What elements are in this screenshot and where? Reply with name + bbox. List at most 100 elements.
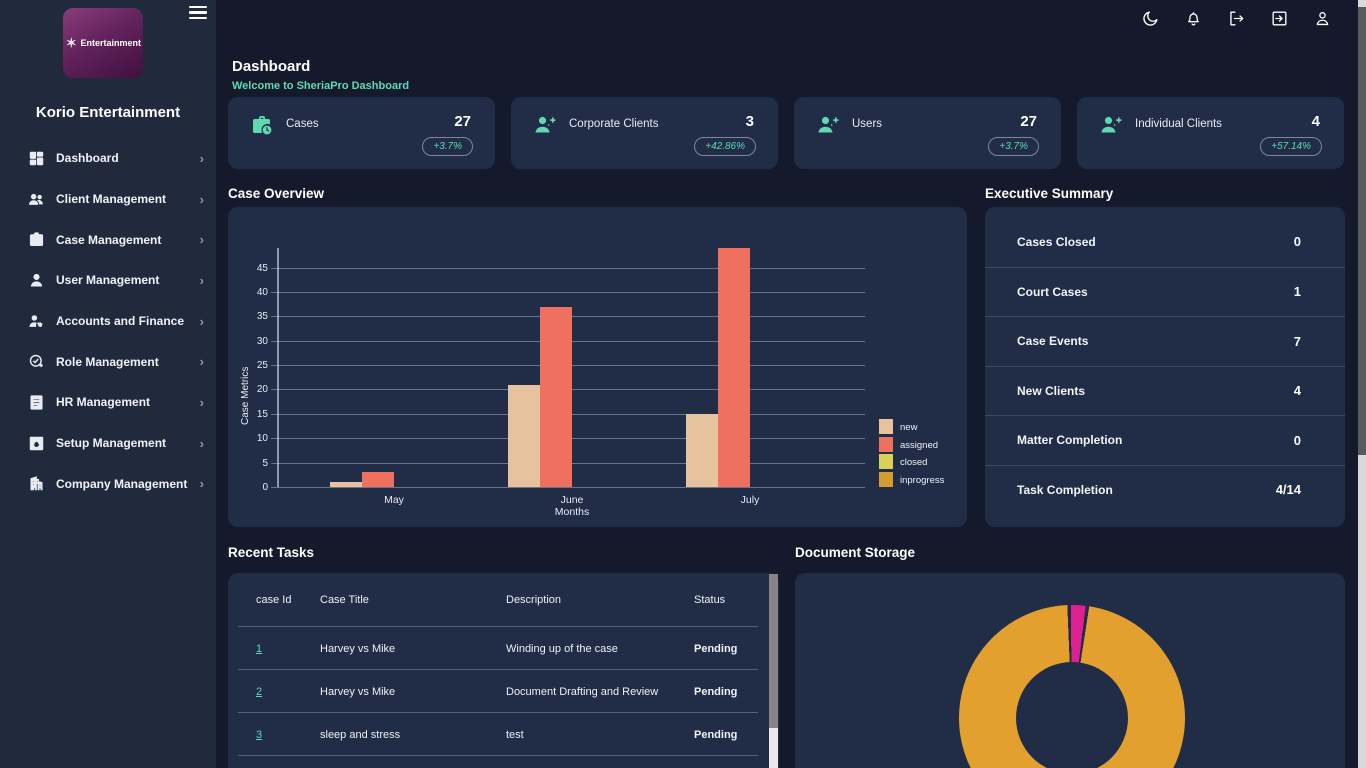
window-scrollbar-thumb[interactable] bbox=[1358, 7, 1366, 455]
exec-row-value: 7 bbox=[1294, 334, 1301, 349]
y-tick-label: 0 bbox=[238, 482, 268, 493]
case-overview-title: Case Overview bbox=[228, 186, 324, 201]
status-cell: Pending bbox=[694, 643, 737, 655]
bar-assigned bbox=[718, 248, 750, 487]
stat-card-change-badge: +42.86% bbox=[694, 137, 756, 156]
executive-summary-panel: Cases Closed 0 Court Cases 1 Case Events… bbox=[985, 207, 1345, 527]
case-title-cell: Harvey vs Mike bbox=[320, 643, 395, 655]
table-scrollbar-thumb[interactable] bbox=[769, 574, 778, 728]
sidebar-item-dashboard[interactable]: Dashboard › bbox=[0, 138, 216, 179]
x-axis-title: Months bbox=[555, 506, 589, 518]
sidebar-item-role-management[interactable]: Role Management › bbox=[0, 341, 216, 382]
y-tick-label: 30 bbox=[238, 336, 268, 347]
gridline bbox=[271, 292, 865, 293]
sidebar-item-accounts-finance[interactable]: Accounts and Finance › bbox=[0, 301, 216, 342]
sidebar-item-hr-management[interactable]: HR Management › bbox=[0, 382, 216, 423]
table-scrollbar bbox=[769, 574, 778, 768]
app-root: ✶ Entertainment Korio Entertainment Dash… bbox=[0, 0, 1366, 768]
x-tick-label: May bbox=[384, 494, 404, 506]
chevron-right-icon: › bbox=[200, 151, 204, 166]
x-tick-label: June bbox=[561, 494, 584, 506]
document-storage-donut-chart bbox=[959, 605, 1185, 768]
bar-new bbox=[686, 414, 718, 487]
exec-row-label: Case Events bbox=[1017, 334, 1088, 348]
sidebar-item-label: Setup Management bbox=[56, 436, 166, 450]
y-tick-label: 5 bbox=[238, 458, 268, 469]
y-axis-line bbox=[277, 248, 279, 487]
legend-swatch-assigned bbox=[879, 437, 893, 452]
recent-tasks-title: Recent Tasks bbox=[228, 545, 314, 560]
recent-tasks-panel: case Id Case Title Description Status 1 … bbox=[228, 573, 779, 768]
description-cell: Document Drafting and Review bbox=[506, 686, 658, 698]
table-row: 1 Harvey vs Mike Winding up of the case … bbox=[228, 627, 768, 670]
exec-row-label: New Clients bbox=[1017, 384, 1085, 398]
gridline bbox=[271, 268, 865, 269]
sidebar-item-label: Company Management bbox=[56, 477, 187, 491]
user-plus-icon bbox=[533, 113, 557, 137]
document-icon bbox=[28, 394, 45, 411]
table-row: 3 sleep and stress test Pending bbox=[228, 713, 768, 756]
sidebar-item-case-management[interactable]: Case Management › bbox=[0, 219, 216, 260]
description-cell: test bbox=[506, 729, 524, 741]
sidebar-item-user-management[interactable]: User Management › bbox=[0, 260, 216, 301]
login-icon[interactable] bbox=[1270, 9, 1289, 28]
org-name: Korio Entertainment bbox=[0, 104, 216, 121]
case-id-link[interactable]: 1 bbox=[256, 643, 262, 655]
stat-card-value: 3 bbox=[746, 113, 754, 130]
chevron-right-icon: › bbox=[200, 232, 204, 247]
sidebar-item-label: Case Management bbox=[56, 233, 161, 247]
window-scrollbar bbox=[1358, 0, 1366, 768]
exec-row-label: Cases Closed bbox=[1017, 235, 1096, 249]
case-id-link[interactable]: 3 bbox=[256, 729, 262, 741]
stat-card-label: Cases bbox=[286, 118, 319, 130]
legend-swatch-closed bbox=[879, 454, 893, 469]
topbar bbox=[216, 0, 1358, 36]
stat-card-value: 27 bbox=[1020, 113, 1037, 130]
legend-swatch-inprogress bbox=[879, 472, 893, 487]
briefcase-clock-icon bbox=[250, 113, 274, 137]
dashboard-grid-icon bbox=[28, 150, 45, 167]
sidebar-item-label: Role Management bbox=[56, 355, 159, 369]
sidebar-item-company-management[interactable]: Company Management › bbox=[0, 464, 216, 505]
y-tick-label: 15 bbox=[238, 409, 268, 420]
dark-mode-moon-icon[interactable] bbox=[1141, 9, 1160, 28]
description-cell: Winding up of the case bbox=[506, 643, 618, 655]
company-logo[interactable]: ✶ Entertainment bbox=[63, 8, 143, 78]
y-tick-label: 35 bbox=[238, 311, 268, 322]
y-tick-label: 25 bbox=[238, 360, 268, 371]
exec-row-value: 4/14 bbox=[1276, 482, 1301, 497]
stat-card-label: Individual Clients bbox=[1135, 118, 1222, 130]
exec-row-task-completion: Task Completion 4/14 bbox=[985, 465, 1345, 515]
stat-card-users: Users 27 +3.7% bbox=[794, 97, 1061, 169]
executive-summary-title: Executive Summary bbox=[985, 186, 1113, 201]
gear-square-icon bbox=[28, 435, 45, 452]
menu-hamburger-icon[interactable] bbox=[189, 6, 207, 20]
legend-label-inprogress: inprogress bbox=[900, 475, 944, 486]
document-storage-panel bbox=[795, 573, 1345, 768]
stat-card-change-badge: +3.7% bbox=[422, 137, 473, 156]
star-icon: ✶ bbox=[65, 36, 78, 51]
stat-card-value: 4 bbox=[1312, 113, 1320, 130]
stat-card-individual-clients: Individual Clients 4 +57.14% bbox=[1077, 97, 1344, 169]
profile-person-icon[interactable] bbox=[1313, 9, 1332, 28]
y-tick-label: 10 bbox=[238, 433, 268, 444]
sidebar-item-setup-management[interactable]: Setup Management › bbox=[0, 423, 216, 464]
legend-label-new: new bbox=[900, 422, 917, 433]
page-subtitle: Welcome to SheriaPro Dashboard bbox=[232, 80, 409, 92]
sidebar-item-label: Accounts and Finance bbox=[56, 314, 184, 328]
sidebar-item-client-management[interactable]: Client Management › bbox=[0, 179, 216, 220]
chevron-right-icon: › bbox=[200, 476, 204, 491]
col-header-status: Status bbox=[694, 594, 725, 606]
chevron-right-icon: › bbox=[200, 314, 204, 329]
gridline bbox=[271, 487, 865, 488]
y-tick-label: 20 bbox=[238, 384, 268, 395]
logout-icon[interactable] bbox=[1227, 9, 1246, 28]
notifications-bell-icon[interactable] bbox=[1184, 9, 1203, 28]
table-row: 2 Harvey vs Mike Document Drafting and R… bbox=[228, 670, 768, 713]
y-tick-label: 45 bbox=[238, 263, 268, 274]
stat-card-cases: Cases 27 +3.7% bbox=[228, 97, 495, 169]
chevron-right-icon: › bbox=[200, 354, 204, 369]
exec-row-label: Matter Completion bbox=[1017, 433, 1122, 447]
case-id-link[interactable]: 2 bbox=[256, 686, 262, 698]
legend-label-closed: closed bbox=[900, 457, 927, 468]
